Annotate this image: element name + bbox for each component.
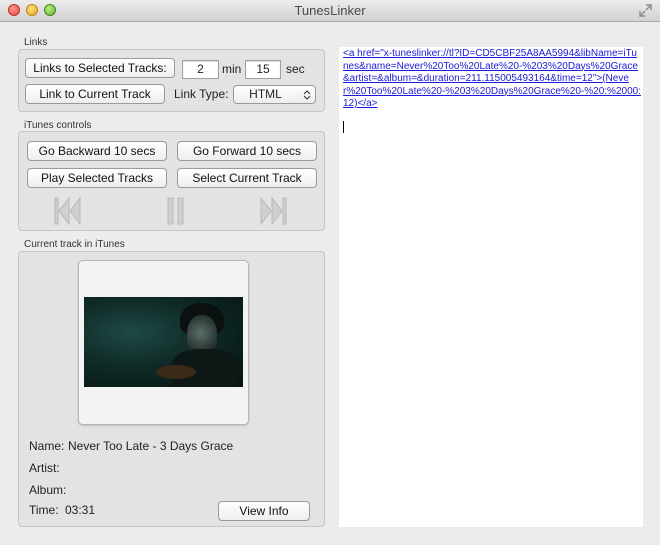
- generated-link-text[interactable]: <a href="x-tuneslinker://tl?ID=CD5CBF25A…: [343, 48, 641, 111]
- previous-track-icon[interactable]: [54, 196, 82, 226]
- window-title: TunesLinker: [294, 3, 366, 18]
- go-forward-button[interactable]: Go Forward 10 secs: [177, 141, 317, 161]
- sec-label: sec: [286, 62, 305, 76]
- next-track-icon[interactable]: [259, 196, 287, 226]
- links-to-selected-tracks-button[interactable]: Links to Selected Tracks:: [25, 58, 175, 78]
- view-info-button[interactable]: View Info: [218, 501, 310, 521]
- link-type-label: Link Type:: [174, 87, 229, 101]
- current-track-section-label: Current track in iTunes: [24, 239, 125, 250]
- link-type-value: HTML: [249, 87, 282, 101]
- album-artwork-frame: [78, 260, 249, 425]
- seconds-field[interactable]: 15: [245, 60, 281, 79]
- track-name-label: Name:: [29, 439, 65, 453]
- select-current-track-button[interactable]: Select Current Track: [177, 168, 317, 188]
- itunes-controls-section-label: iTunes controls: [24, 120, 92, 131]
- minutes-field[interactable]: 2: [182, 60, 219, 79]
- track-name-value: Never Too Late - 3 Days Grace: [68, 439, 234, 453]
- link-type-select[interactable]: HTML: [233, 85, 316, 104]
- play-selected-tracks-button[interactable]: Play Selected Tracks: [27, 168, 167, 188]
- fullscreen-icon[interactable]: [639, 4, 652, 17]
- track-time-label: Time:: [29, 503, 59, 517]
- pause-icon[interactable]: [166, 196, 186, 226]
- link-output-textarea[interactable]: <a href="x-tuneslinker://tl?ID=CD5CBF25A…: [339, 47, 643, 527]
- itunes-controls-group: Go Backward 10 secs Go Forward 10 secs P…: [18, 131, 325, 231]
- min-label: min: [222, 62, 242, 76]
- updown-arrows-icon: [303, 90, 311, 100]
- links-group: Links to Selected Tracks: 2 min 15 sec L…: [18, 49, 325, 112]
- track-artist-label: Artist:: [29, 461, 60, 475]
- go-backward-button[interactable]: Go Backward 10 secs: [27, 141, 167, 161]
- title-bar[interactable]: TunesLinker: [0, 0, 660, 22]
- album-artwork: [84, 297, 243, 387]
- track-album-label: Album:: [29, 483, 67, 497]
- link-to-current-track-button[interactable]: Link to Current Track: [25, 84, 165, 104]
- links-section-label: Links: [24, 37, 48, 48]
- track-time-value: 03:31: [65, 503, 96, 517]
- text-caret: [343, 121, 344, 133]
